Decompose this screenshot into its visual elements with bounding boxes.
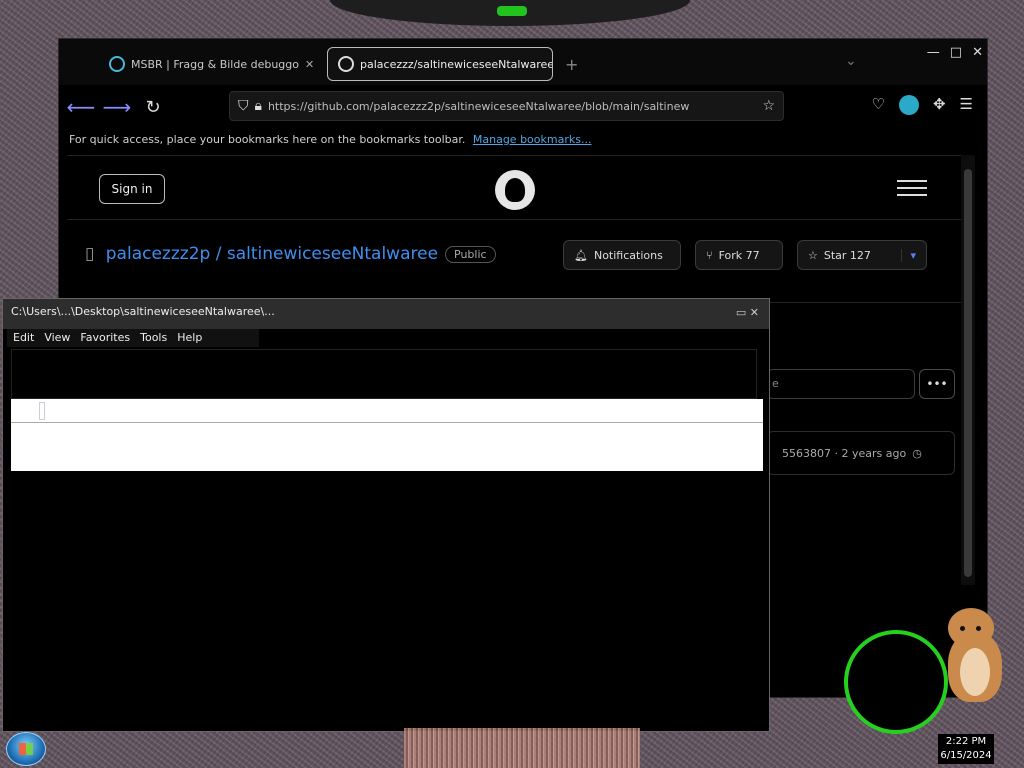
new-tab-button[interactable]: +: [565, 55, 578, 74]
back-arrow-icon[interactable]: ⟵: [67, 93, 96, 121]
latest-commit[interactable]: 5563807 · 2 years ago ◷: [767, 431, 955, 475]
clock-time: 2:22 PM: [945, 736, 987, 747]
menu-icon[interactable]: ☰: [960, 95, 973, 115]
notifications-button[interactable]: 🔔︎ Notifications: [563, 240, 681, 270]
explorer-menu-bar: Edit View Favorites Tools Help: [7, 329, 259, 347]
hamster-mascot-icon[interactable]: [944, 604, 1006, 704]
chevron-down-icon[interactable]: ▾: [901, 248, 916, 262]
explorer-address-input[interactable]: [11, 399, 763, 423]
star-icon: ☆: [808, 248, 818, 262]
commit-info: 5563807 · 2 years ago: [782, 446, 907, 460]
explorer-title: C:\Users\...\Desktop\saltinewiceseeNtalw…: [11, 305, 275, 318]
explorer-toolbar-area: [11, 349, 757, 399]
lock-icon[interactable]: 🔒︎: [255, 98, 262, 114]
github-logo-icon[interactable]: [495, 170, 535, 210]
minimize-button[interactable]: —: [927, 45, 940, 60]
menu-edit[interactable]: Edit: [13, 331, 34, 345]
bookmarks-hint: For quick access, place your bookmarks h…: [69, 133, 466, 146]
clock-date: 6/15/2024: [940, 750, 992, 761]
sign-in-button[interactable]: Sign in: [99, 174, 165, 204]
start-button-icon[interactable]: [6, 732, 46, 766]
tab-list-chevron-icon[interactable]: ⌄: [845, 53, 857, 69]
hamburger-menu-icon[interactable]: [897, 180, 927, 201]
explorer-window: C:\Users\...\Desktop\saltinewiceseeNtalw…: [2, 298, 770, 732]
github-favicon-icon: [338, 56, 354, 72]
repo-name[interactable]: palacezzz2p / saltinewiceseeNtalwaree: [106, 244, 438, 264]
tab-label: palacezzz/saltinewiceseeNtalwaree: [360, 57, 553, 71]
close-window-button[interactable]: ✕: [972, 45, 983, 60]
menu-view[interactable]: View: [44, 331, 70, 345]
maximize-button[interactable]: □: [950, 45, 962, 60]
fork-button[interactable]: ⑂ Fork 77: [695, 240, 783, 270]
repo-book-icon: ▯: [85, 244, 95, 264]
github-header: Sign in: [67, 156, 965, 220]
reload-icon[interactable]: ↻: [139, 93, 167, 121]
desktop-circle-gadget[interactable]: [844, 630, 948, 734]
menu-help[interactable]: Help: [177, 331, 202, 345]
extensions-icon[interactable]: ✥: [933, 95, 946, 115]
vertical-scrollbar[interactable]: [961, 155, 975, 585]
forward-arrow-icon[interactable]: ⟶: [103, 93, 132, 121]
address-bar[interactable]: ⛉ 🔒︎ https://github.com/palacezzz2p/salt…: [229, 91, 784, 121]
tab-github-repo[interactable]: palacezzz/saltinewiceseeNtalwaree ✕: [327, 47, 553, 81]
account-icon[interactable]: [898, 95, 919, 115]
text-cursor-icon: [39, 402, 45, 420]
explorer-title-bar[interactable]: C:\Users\...\Desktop\saltinewiceseeNtalw…: [3, 299, 769, 329]
explorer-body: [11, 471, 757, 727]
fork-label: Fork 77: [718, 248, 760, 262]
bookmarks-toolbar: For quick access, place your bookmarks h…: [69, 133, 591, 153]
tab-favicon-icon: [109, 56, 125, 72]
tab-label: MSBR | Fragg & Bilde debuggo: [131, 57, 299, 71]
star-bookmark-icon[interactable]: ☆: [762, 98, 775, 114]
history-clock-icon[interactable]: ◷: [912, 447, 922, 460]
explorer-blank-area: [11, 423, 763, 471]
repo-title[interactable]: ▯ palacezzz2p / saltinewiceseeNtalwaree: [85, 244, 438, 264]
star-button[interactable]: ☆ Star 127 ▾: [797, 240, 927, 270]
visibility-badge: Public: [445, 246, 496, 263]
url-text[interactable]: https://github.com/palacezzz2p/saltinewi…: [268, 100, 756, 113]
tab-msbr[interactable]: MSBR | Fragg & Bilde debuggo ✕: [99, 47, 321, 81]
pocket-icon[interactable]: ♡: [872, 95, 885, 115]
navigation-bar: ⟵ ⟶ ↻ ⛉ 🔒︎ https://github.com/palacezzz2…: [59, 87, 987, 127]
fork-icon: ⑂: [706, 248, 713, 262]
window-controls-icon[interactable]: ▭ ✕: [736, 306, 759, 319]
repo-header: ▯ palacezzz2p / saltinewiceseeNtalwaree …: [67, 220, 965, 290]
notifications-label: Notifications: [593, 248, 663, 262]
toolbar-icons: ♡ ✥ ☰: [872, 95, 973, 115]
more-options-button[interactable]: •••: [919, 369, 955, 399]
status-light: [497, 6, 527, 16]
taskbar-noise: [404, 728, 640, 768]
tab-bar: MSBR | Fragg & Bilde debuggo ✕ palacezzz…: [59, 39, 987, 85]
file-search-input[interactable]: e: [767, 369, 915, 399]
menu-favorites[interactable]: Favorites: [80, 331, 130, 345]
manage-bookmarks-link[interactable]: Manage bookmarks...: [473, 133, 592, 146]
menu-tools[interactable]: Tools: [140, 331, 167, 345]
window-controls: — □ ✕: [927, 45, 983, 60]
star-label: Star 127: [823, 248, 871, 262]
shield-icon[interactable]: ⛉: [238, 98, 249, 114]
scrollbar-thumb[interactable]: [964, 169, 972, 577]
taskbar-clock[interactable]: 2:22 PM 6/15/2024: [938, 734, 994, 764]
close-icon[interactable]: ✕: [305, 58, 314, 71]
bell-icon: 🔔︎: [574, 248, 588, 262]
